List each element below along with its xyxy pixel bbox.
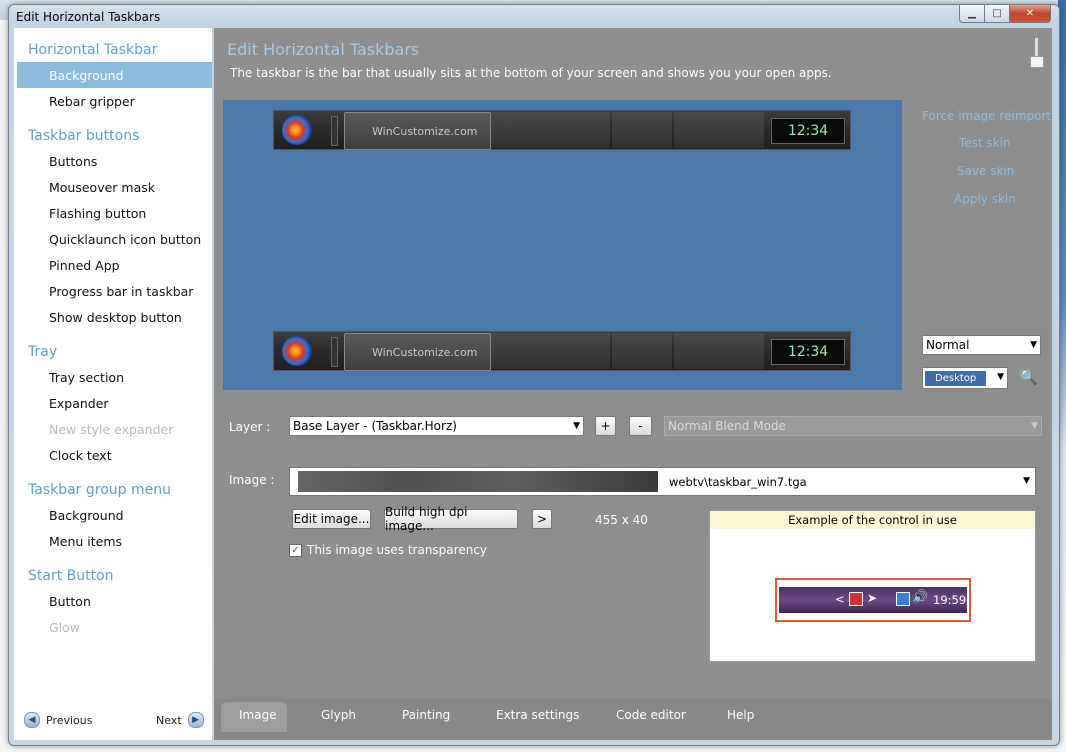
minimize-button[interactable]: ▁: [959, 5, 985, 23]
sidebar-item-flashing-button[interactable]: Flashing button: [49, 206, 146, 221]
example-taskbar: < ➤ 🔊 19:59: [779, 587, 967, 613]
preview-clock: 12:34: [771, 339, 845, 365]
checkbox-checked-icon: ✓: [289, 543, 302, 557]
sidebar-item-background[interactable]: Background: [49, 68, 124, 83]
tab-image[interactable]: Image: [239, 708, 277, 722]
image-select[interactable]: webtv\taskbar_win7.tga ▼: [289, 467, 1036, 496]
blend-mode-select: Normal Blend Mode ▼: [664, 416, 1042, 436]
slider-thumb[interactable]: [1030, 56, 1044, 68]
example-header: Example of the control in use: [710, 511, 1035, 529]
sidebar-item-rebar-gripper[interactable]: Rebar gripper: [49, 94, 135, 109]
tab-painting[interactable]: Painting: [402, 708, 450, 722]
preview-app-button: WinCustomize.com: [344, 333, 491, 371]
sidebar-item-clock-text[interactable]: Clock text: [49, 448, 112, 463]
sidebar-item-menu-items[interactable]: Menu items: [49, 534, 122, 549]
build-high-dpi-button[interactable]: Build high dpi image...: [384, 505, 518, 533]
previous-button[interactable]: ◀ Previous: [24, 712, 93, 728]
start-orb-icon: [282, 115, 312, 145]
sidebar-section-taskbar-group-menu[interactable]: Taskbar group menu: [28, 482, 171, 498]
zoom-preview-icon[interactable]: 🔍: [1019, 368, 1039, 388]
transparency-label: This image uses transparency: [307, 543, 488, 557]
sidebar-item-group-background[interactable]: Background: [49, 508, 124, 523]
state-select-value: Normal: [926, 338, 970, 352]
force-image-reimport-link[interactable]: Force image reimport: [922, 109, 1051, 123]
preview-clock: 12:34: [771, 118, 845, 144]
next-button[interactable]: Next ▶: [156, 712, 204, 728]
sidebar-item-quicklaunch-icon-button[interactable]: Quicklaunch icon button: [49, 232, 201, 247]
cursor-icon: ➤: [867, 591, 878, 605]
arrow-right-icon: ▶: [187, 712, 204, 728]
sidebar: Horizontal Taskbar Background Rebar grip…: [14, 28, 212, 740]
layer-select-value: Base Layer - (Taskbar.Horz): [293, 419, 457, 433]
preview-app-button: WinCustomize.com: [344, 112, 491, 150]
remove-layer-button[interactable]: -: [629, 416, 652, 436]
sidebar-item-mouseover-mask[interactable]: Mouseover mask: [49, 180, 155, 195]
sidebar-section-tray[interactable]: Tray: [28, 344, 57, 360]
layer-label: Layer :: [229, 420, 271, 434]
window-title: Edit Horizontal Taskbars: [16, 10, 161, 24]
page-description: The taskbar is the bar that usually sits…: [230, 66, 832, 80]
sidebar-item-buttons[interactable]: Buttons: [49, 154, 97, 169]
close-button[interactable]: ✕: [1009, 5, 1051, 23]
layer-select[interactable]: Base Layer - (Taskbar.Horz) ▼: [289, 416, 584, 436]
dropdown-arrow-icon: ▼: [1023, 476, 1030, 486]
maximize-icon: □: [992, 8, 1002, 19]
image-label: Image :: [229, 473, 275, 487]
tab-help[interactable]: Help: [727, 708, 754, 722]
sidebar-item-new-style-expander: New style expander: [49, 422, 174, 437]
rebar-gripper: [331, 337, 338, 367]
dropdown-arrow-icon: ▼: [1031, 421, 1038, 431]
test-skin-link[interactable]: Test skin: [959, 136, 1011, 150]
next-label: Next: [156, 713, 182, 727]
sidebar-item-pinned-app[interactable]: Pinned App: [49, 258, 120, 273]
chevron-left-icon: <: [835, 592, 845, 606]
tab-code-editor[interactable]: Code editor: [616, 708, 686, 722]
minimize-icon: ▁: [968, 8, 976, 19]
dropdown-arrow-icon: ▼: [1030, 340, 1037, 350]
tab-extra-settings[interactable]: Extra settings: [496, 708, 579, 722]
sidebar-section-start-button[interactable]: Start Button: [28, 568, 114, 584]
save-skin-link[interactable]: Save skin: [957, 164, 1014, 178]
edit-image-button[interactable]: Edit image...: [292, 509, 371, 529]
transparency-checkbox[interactable]: ✓ This image uses transparency: [289, 543, 487, 557]
tray-app-icon: [849, 592, 863, 606]
state-select[interactable]: Normal ▼: [922, 335, 1041, 355]
image-path: webtv\taskbar_win7.tga: [669, 475, 807, 489]
blend-mode-value: Normal Blend Mode: [668, 419, 786, 433]
arrow-left-icon: ◀: [24, 712, 40, 728]
sidebar-section-taskbar-buttons[interactable]: Taskbar buttons: [28, 128, 139, 144]
volume-icon: 🔊: [912, 590, 929, 605]
sidebar-item-show-desktop-button[interactable]: Show desktop button: [49, 310, 182, 325]
close-icon: ✕: [1025, 8, 1035, 19]
image-thumbnail: [298, 471, 658, 492]
sidebar-item-progress-bar[interactable]: Progress bar in taskbar: [49, 284, 193, 299]
dropdown-arrow-icon: ▼: [573, 421, 580, 431]
preview-taskbar-top: WinCustomize.com 12:34: [273, 110, 851, 150]
page-title: Edit Horizontal Taskbars: [227, 40, 420, 59]
previous-label: Previous: [46, 713, 93, 727]
start-orb-icon: [282, 336, 312, 366]
more-options-button[interactable]: >: [532, 509, 552, 529]
zoom-slider[interactable]: [1030, 38, 1044, 72]
tab-glyph[interactable]: Glyph: [321, 708, 356, 722]
add-layer-button[interactable]: +: [595, 416, 616, 436]
sidebar-item-button[interactable]: Button: [49, 594, 91, 609]
apply-skin-link[interactable]: Apply skin: [954, 192, 1016, 206]
desktop-select-value: Desktop: [925, 370, 987, 386]
maximize-button[interactable]: □: [984, 5, 1010, 23]
preview-taskbar-bottom: WinCustomize.com 12:34: [273, 331, 851, 371]
rebar-gripper: [331, 116, 338, 146]
sidebar-item-tray-section[interactable]: Tray section: [49, 370, 124, 385]
dropdown-arrow-icon: ▼: [997, 372, 1004, 382]
sidebar-item-expander[interactable]: Expander: [49, 396, 109, 411]
example-panel: Example of the control in use < ➤ 🔊 19:5…: [709, 510, 1036, 662]
example-highlight-box: < ➤ 🔊 19:59: [775, 578, 971, 622]
example-clock: 19:59: [933, 593, 967, 607]
image-dimensions: 455 x 40: [595, 513, 648, 527]
sidebar-section-horizontal-taskbar[interactable]: Horizontal Taskbar: [28, 42, 157, 58]
sidebar-item-glow: Glow: [49, 620, 81, 635]
network-icon: [896, 592, 910, 606]
desktop-select[interactable]: Desktop ▼: [922, 367, 1008, 389]
